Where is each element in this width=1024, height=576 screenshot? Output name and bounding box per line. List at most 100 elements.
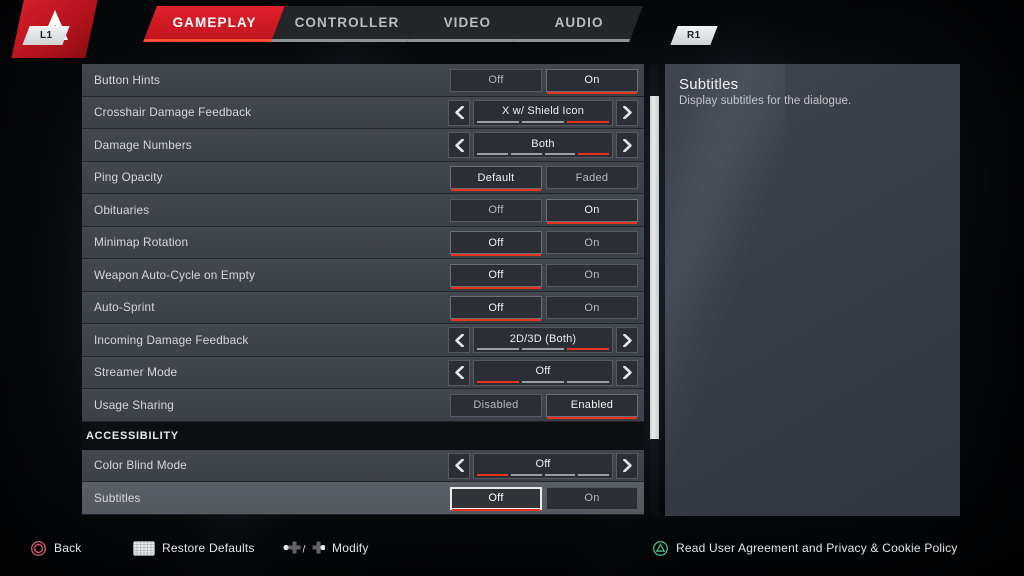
chevron-right-icon[interactable] — [616, 359, 638, 386]
setting-row-minimap-rotation[interactable]: Minimap Rotation Off On — [82, 226, 644, 260]
toggle-option-off[interactable]: Off — [450, 198, 542, 222]
setting-control: X w/ Shield Icon — [448, 97, 638, 130]
selector-segment — [477, 473, 508, 476]
dpad-left-right-icon: / — [283, 541, 325, 555]
selector-segment — [510, 153, 542, 156]
selector-value: Off — [535, 365, 551, 378]
tab-audio[interactable]: AUDIO — [513, 6, 643, 42]
toggle-option-label: On — [584, 269, 600, 282]
settings-scrollbar-thumb[interactable] — [650, 95, 659, 440]
selector-value-box[interactable]: Off — [473, 452, 613, 479]
toggle-group-auto-sprint: Off On — [450, 296, 638, 322]
chevron-right-icon[interactable] — [616, 327, 638, 354]
toggle-option-enabled[interactable]: Enabled — [546, 393, 638, 419]
footer-button-hints: Back Restore Defaults / Modify Read User… — [0, 520, 1024, 576]
selected-underline — [547, 416, 637, 419]
chevron-right-icon[interactable] — [616, 452, 638, 479]
chevron-left-icon[interactable] — [448, 99, 470, 126]
hint-policy-link[interactable]: Read User Agreement and Privacy & Cookie… — [652, 540, 958, 557]
chevron-right-icon[interactable] — [616, 132, 638, 159]
selector-value-box[interactable]: Both — [473, 132, 613, 159]
toggle-option-on[interactable]: On — [546, 263, 638, 287]
setting-label: Streamer Mode — [94, 365, 178, 380]
toggle-option-off[interactable]: Off — [450, 68, 542, 92]
selector-value: Off — [535, 458, 551, 471]
setting-row-streamer-mode[interactable]: Streamer Mode Off — [82, 356, 644, 389]
selector-group-crosshair-damage-feedback: X w/ Shield Icon — [448, 99, 638, 126]
info-panel-description: Display subtitles for the dialogue. — [679, 95, 852, 107]
setting-label: Weapon Auto-Cycle on Empty — [94, 267, 256, 282]
chevron-left-icon[interactable] — [448, 359, 470, 386]
section-header-label: ACCESSIBILITY — [86, 429, 179, 442]
selector-value-box[interactable]: 2D/3D (Both) — [473, 327, 613, 354]
tab-video[interactable]: VIDEO — [407, 6, 527, 42]
toggle-option-disabled[interactable]: Disabled — [450, 393, 542, 417]
chevron-left-icon[interactable] — [448, 452, 470, 479]
setting-label: Damage Numbers — [94, 137, 192, 152]
toggle-option-on[interactable]: On — [546, 231, 638, 255]
setting-row-button-hints[interactable]: Button Hints Off On — [82, 64, 644, 97]
selected-underline — [451, 189, 541, 192]
selector-group-incoming-damage-feedback: 2D/3D (Both) — [448, 327, 638, 354]
toggle-option-label: Default — [477, 171, 515, 184]
toggle-group-usage-sharing: Disabled Enabled — [450, 393, 638, 419]
setting-label: Button Hints — [94, 72, 161, 87]
toggle-option-faded[interactable]: Faded — [546, 166, 638, 190]
selector-group-streamer-mode: Off — [448, 359, 638, 386]
settings-scrollbar-track[interactable] — [650, 64, 659, 516]
setting-label: Obituaries — [94, 202, 150, 217]
chevron-right-icon[interactable] — [616, 99, 638, 126]
selector-segment — [567, 120, 609, 123]
toggle-option-label: Off — [488, 492, 504, 505]
setting-row-crosshair-damage-feedback[interactable]: Crosshair Damage Feedback X w/ Shield Ico… — [82, 96, 644, 130]
toggle-option-label: Off — [488, 204, 504, 217]
chevron-left-icon[interactable] — [448, 132, 470, 159]
selected-underline — [452, 508, 540, 511]
selector-value-box[interactable]: Off — [473, 359, 613, 386]
setting-row-ping-opacity[interactable]: Ping Opacity Default Faded — [82, 161, 644, 195]
toggle-option-off[interactable]: Off — [450, 486, 542, 511]
toggle-option-off[interactable]: Off — [450, 231, 542, 257]
hint-modify[interactable]: / Modify — [283, 540, 369, 557]
selector-segment — [522, 120, 564, 123]
toggle-option-on[interactable]: On — [546, 198, 638, 224]
setting-control: Default Faded — [450, 162, 638, 195]
toggle-option-label: Off — [488, 74, 504, 87]
toggle-group-subtitles: Off On — [450, 486, 638, 511]
toggle-option-label: On — [584, 204, 600, 217]
toggle-option-on[interactable]: On — [546, 296, 638, 320]
selector-segment — [477, 348, 519, 351]
toggle-option-off[interactable]: Off — [450, 263, 542, 289]
chevron-left-icon[interactable] — [448, 327, 470, 354]
tab-gameplay[interactable]: GAMEPLAY — [143, 6, 285, 42]
toggle-option-on[interactable]: On — [546, 68, 638, 94]
tab-controller[interactable]: CONTROLLER — [271, 6, 421, 42]
hint-restore-label: Restore Defaults — [162, 541, 255, 555]
setting-label: Auto-Sprint — [94, 300, 155, 315]
selector-segment — [544, 153, 576, 156]
setting-row-damage-numbers[interactable]: Damage Numbers Both — [82, 129, 644, 162]
selected-underline — [451, 319, 541, 322]
setting-row-auto-sprint[interactable]: Auto-Sprint Off On — [82, 291, 644, 324]
setting-description-panel: Subtitles Display subtitles for the dial… — [665, 64, 960, 516]
selector-value-box[interactable]: X w/ Shield Icon — [473, 99, 613, 126]
toggle-option-off[interactable]: Off — [450, 296, 542, 322]
setting-row-incoming-damage-feedback[interactable]: Incoming Damage Feedback 2D/3D (Both) — [82, 324, 644, 357]
setting-row-subtitles[interactable]: Subtitles Off On — [82, 482, 644, 515]
setting-control: 2D/3D (Both) — [448, 324, 638, 357]
toggle-option-default[interactable]: Default — [450, 166, 542, 192]
setting-row-usage-sharing[interactable]: Usage Sharing Disabled Enabled — [82, 389, 644, 422]
setting-control: Off On — [450, 227, 638, 260]
toggle-option-label: Disabled — [473, 399, 519, 412]
hint-back[interactable]: Back — [30, 540, 81, 557]
setting-row-color-blind-mode[interactable]: Color Blind Mode Off — [82, 449, 644, 482]
bumper-l1-indicator[interactable]: L1 — [22, 26, 70, 45]
setting-row-weapon-auto-cycle-on-empty[interactable]: Weapon Auto-Cycle on Empty Off On — [82, 259, 644, 292]
setting-row-obituaries[interactable]: Obituaries Off On — [82, 194, 644, 227]
bumper-r1-label: R1 — [687, 30, 701, 41]
toggle-group-obituaries: Off On — [450, 198, 638, 224]
bumper-r1-indicator[interactable]: R1 — [670, 26, 718, 45]
toggle-option-on[interactable]: On — [546, 486, 638, 510]
hint-restore-defaults[interactable]: Restore Defaults — [133, 540, 255, 556]
setting-label: Crosshair Damage Feedback — [94, 105, 252, 120]
